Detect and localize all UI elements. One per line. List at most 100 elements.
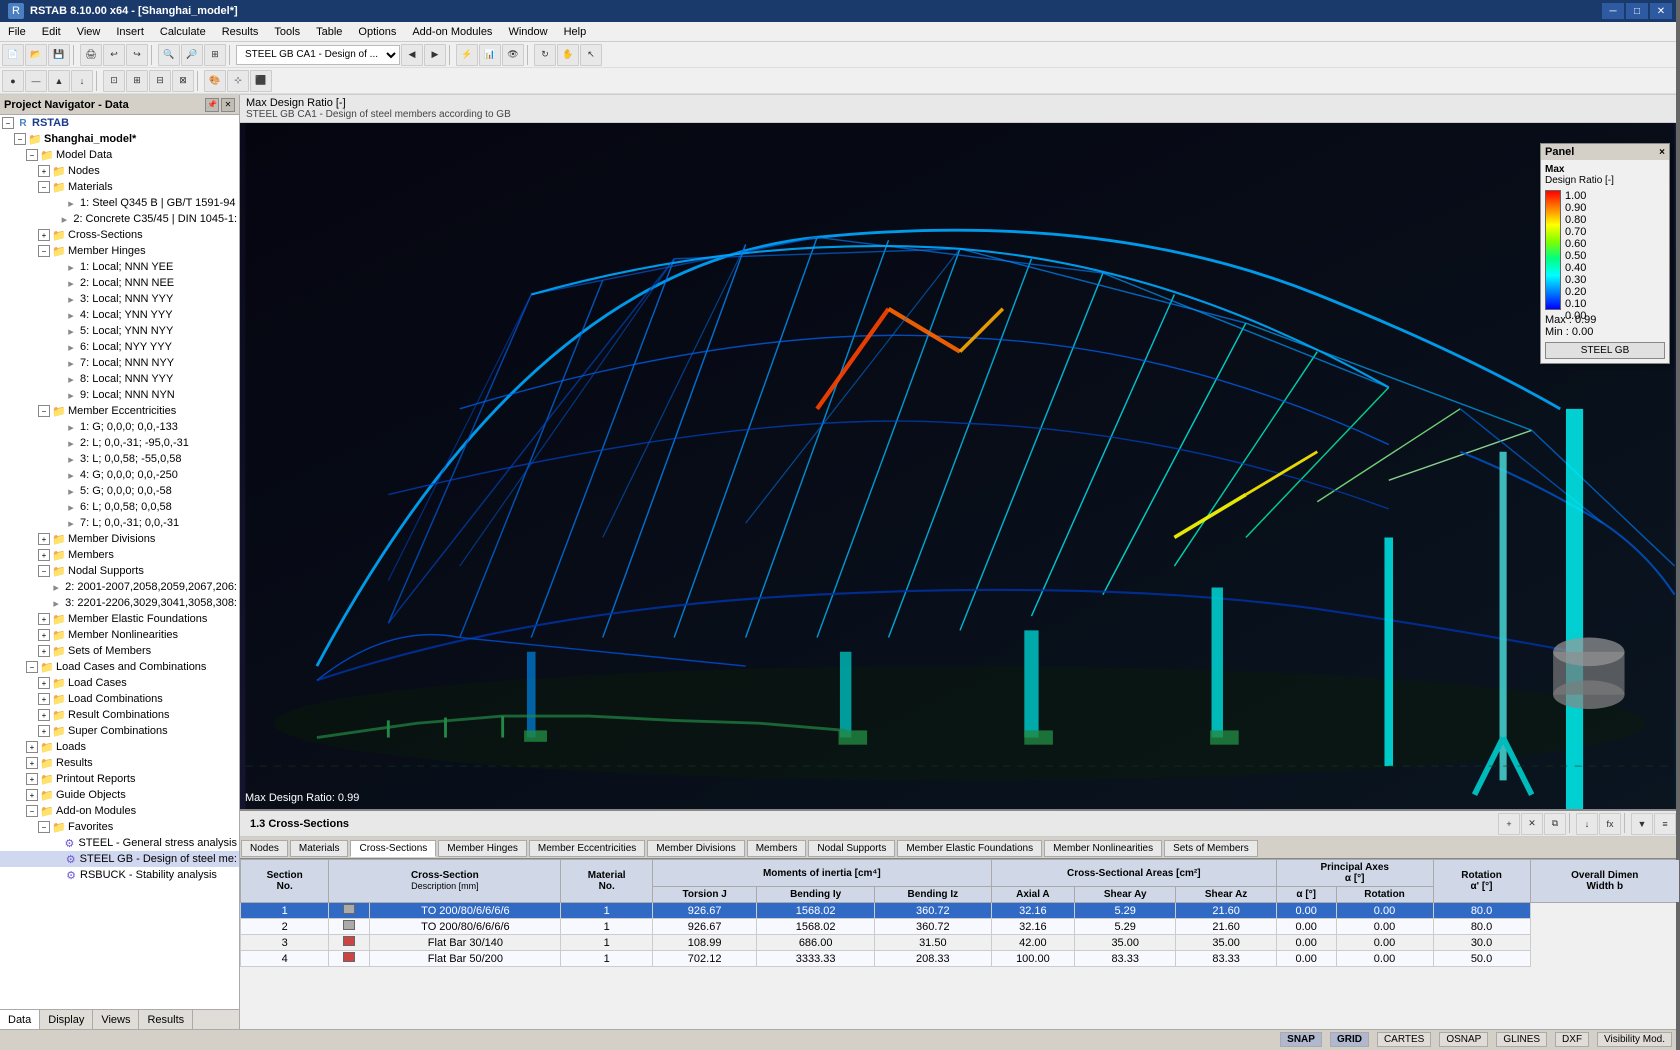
load-icon[interactable]: ↓ [71,70,93,92]
tree-item-ecc6[interactable]: ▸6: L; 0,0,58; 0,0,58 [0,499,239,515]
table-delete-icon[interactable]: ✕ [1521,813,1543,835]
tree-expand-cross-sections[interactable]: + [38,229,50,241]
data-table-container[interactable]: SectionNo. Cross-SectionDescription [mm]… [240,859,1680,1029]
tree-item-result-comb[interactable]: +📁Result Combinations [0,707,239,723]
tree-item-favorites[interactable]: −📁Favorites [0,819,239,835]
menu-item-insert[interactable]: Insert [108,22,152,41]
undo-icon[interactable]: ↩ [103,44,125,66]
tree-item-member-hinges[interactable]: −📁Member Hinges [0,243,239,259]
tree-item-model-data[interactable]: −📁Model Data [0,147,239,163]
menu-item-calculate[interactable]: Calculate [152,22,214,41]
tree-item-member-ecc[interactable]: −📁Member Eccentricities [0,403,239,419]
zoom-out-icon[interactable]: 🔎 [181,44,203,66]
tree-item-steel-gb[interactable]: ⚙STEEL GB - Design of steel me: [0,851,239,867]
tree-expand-members[interactable]: + [38,549,50,561]
tree-item-ecc2[interactable]: ▸2: L; 0,0,-31; -95,0,-31 [0,435,239,451]
tree-item-hinge3[interactable]: ▸3: Local; NNN YYY [0,291,239,307]
table-row[interactable]: 3Flat Bar 30/1401108.99686.0031.5042.003… [241,935,1680,951]
menu-item-results[interactable]: Results [214,22,267,41]
minimize-button[interactable]: ─ [1602,3,1624,19]
support-icon[interactable]: ▲ [48,70,70,92]
bottom-tab-nodes[interactable]: Nodes [241,840,288,857]
tree-expand-load-comb[interactable]: + [38,693,50,705]
tree-expand-load-cases[interactable]: + [38,677,50,689]
tree-item-steel-gen[interactable]: ⚙STEEL - General stress analysis [0,835,239,851]
status-item-dxf[interactable]: DXF [1555,1032,1589,1047]
bottom-tab-member-nonlinearities[interactable]: Member Nonlinearities [1044,840,1162,857]
table-insert-icon[interactable]: ↓ [1576,813,1598,835]
status-item-glines[interactable]: GLINES [1496,1032,1547,1047]
tree-item-mat2[interactable]: ▸2: Concrete C35/45 | DIN 1045-1: [0,211,239,227]
tree-item-ecc1[interactable]: ▸1: G; 0,0,0; 0,0,-133 [0,419,239,435]
tree-item-mem-elastic[interactable]: +📁Member Elastic Foundations [0,611,239,627]
tree-expand-super-comb[interactable]: + [38,725,50,737]
tree-item-materials[interactable]: −📁Materials [0,179,239,195]
tool2-icon[interactable]: ⊞ [126,70,148,92]
bottom-tab-member-eccentricities[interactable]: Member Eccentricities [529,840,645,857]
tree-item-cross-sections[interactable]: +📁Cross-Sections [0,227,239,243]
tree-expand-member-hinges[interactable]: − [38,245,50,257]
tree-expand-load-cases-comb[interactable]: − [26,661,38,673]
tree-expand-nodal-sup[interactable]: − [38,565,50,577]
tree-item-rstab[interactable]: −RRSTAB [0,115,239,131]
nav-pin-button[interactable]: 📌 [205,98,219,112]
bottom-tab-nodal-supports[interactable]: Nodal Supports [808,840,895,857]
tree-item-printout[interactable]: +📁Printout Reports [0,771,239,787]
tree-item-hinge6[interactable]: ▸6: Local; NYY YYY [0,339,239,355]
tree-expand-nodes[interactable]: + [38,165,50,177]
tree-item-mem-nonlin[interactable]: +📁Member Nonlinearities [0,627,239,643]
menu-item-view[interactable]: View [69,22,109,41]
nav-tab-results[interactable]: Results [139,1010,193,1029]
tree-expand-shanghai[interactable]: − [14,133,26,145]
bottom-tab-cross-sections[interactable]: Cross-Sections [350,840,436,857]
new-file-icon[interactable]: 📄 [2,44,24,66]
menu-item-add-on-modules[interactable]: Add-on Modules [404,22,500,41]
tree-item-hinge4[interactable]: ▸4: Local; YNN YYY [0,307,239,323]
table-filter-icon[interactable]: ▼ [1631,813,1653,835]
tree-item-shanghai[interactable]: −📁Shanghai_model* [0,131,239,147]
close-button[interactable]: ✕ [1650,3,1672,19]
member-icon[interactable]: — [25,70,47,92]
tree-expand-mem-elastic[interactable]: + [38,613,50,625]
tree-item-ecc5[interactable]: ▸5: G; 0,0,0; 0,0,-58 [0,483,239,499]
table-new-icon[interactable]: + [1498,813,1520,835]
table-sort-icon[interactable]: ≡ [1654,813,1676,835]
3d-viewport[interactable]: Panel × Max Design Ratio [-] 1.000.900.8… [240,123,1680,809]
render-icon[interactable]: 🎨 [204,70,226,92]
tree-item-rsbuck[interactable]: ⚙RSBUCK - Stability analysis [0,867,239,883]
tree-item-load-comb[interactable]: +📁Load Combinations [0,691,239,707]
bottom-tab-member-elastic-foundations[interactable]: Member Elastic Foundations [897,840,1042,857]
table-row[interactable]: 2TO 200/80/6/6/6/61926.671568.02360.7232… [241,919,1680,935]
tree-item-mat1[interactable]: ▸1: Steel Q345 B | GB/T 1591-94 [0,195,239,211]
tree-item-guide-obj[interactable]: +📁Guide Objects [0,787,239,803]
nav-next-icon[interactable]: ▶ [424,44,446,66]
redo-icon[interactable]: ↪ [126,44,148,66]
menu-item-tools[interactable]: Tools [266,22,308,41]
panel-steel-gb-button[interactable]: STEEL GB [1545,342,1665,359]
tree-item-sup1[interactable]: ▸2: 2001-2007,2058,2059,2067,206: [0,579,239,595]
tool3-icon[interactable]: ⊟ [149,70,171,92]
nav-tab-data[interactable]: Data [0,1010,40,1029]
status-item-snap[interactable]: SNAP [1280,1032,1322,1047]
pan-icon[interactable]: ✋ [557,44,579,66]
select-icon[interactable]: ↖ [580,44,602,66]
open-file-icon[interactable]: 📂 [25,44,47,66]
nav-tab-display[interactable]: Display [40,1010,93,1029]
zoom-in-icon[interactable]: 🔍 [158,44,180,66]
tree-item-ecc3[interactable]: ▸3: L; 0,0,58; -55,0,58 [0,451,239,467]
tree-item-sup2[interactable]: ▸3: 2201-2206,3029,3041,3058,308: [0,595,239,611]
tree-expand-member-ecc[interactable]: − [38,405,50,417]
tree-expand-loads[interactable]: + [26,741,38,753]
tree-item-hinge7[interactable]: ▸7: Local; NNN NYY [0,355,239,371]
tree-item-load-cases[interactable]: +📁Load Cases [0,675,239,691]
results-icon[interactable]: 📊 [479,44,501,66]
status-item-grid[interactable]: GRID [1330,1032,1369,1047]
node-icon[interactable]: ● [2,70,24,92]
nav-close-button[interactable]: ✕ [221,98,235,112]
bottom-tab-sets-of-members[interactable]: Sets of Members [1164,840,1258,857]
bottom-tab-members[interactable]: Members [747,840,807,857]
menu-item-edit[interactable]: Edit [34,22,69,41]
menu-item-window[interactable]: Window [500,22,555,41]
tree-item-hinge1[interactable]: ▸1: Local; NNN YEE [0,259,239,275]
tree-item-member-div[interactable]: +📁Member Divisions [0,531,239,547]
